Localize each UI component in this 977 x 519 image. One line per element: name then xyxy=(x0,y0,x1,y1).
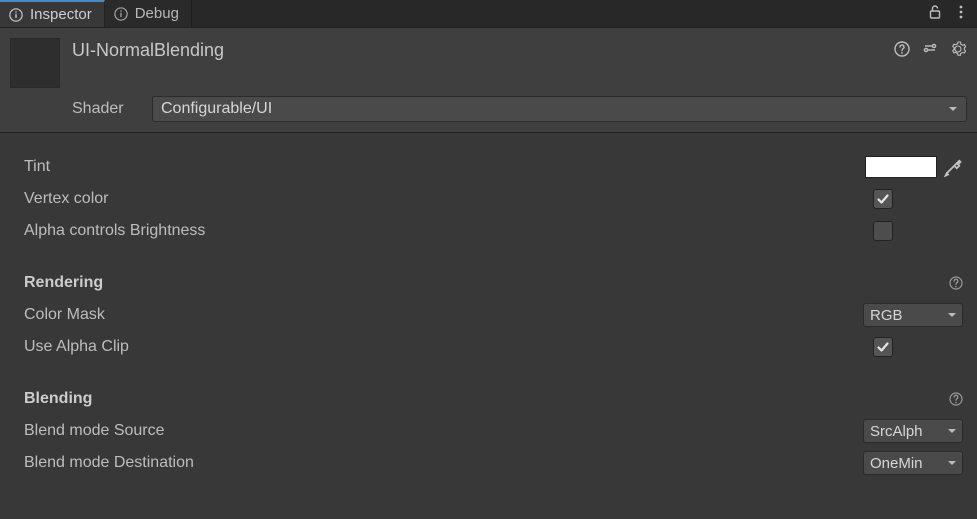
chevron-down-icon xyxy=(947,455,957,472)
alpha-brightness-checkbox[interactable] xyxy=(873,221,893,241)
blend-dst-value: OneMin xyxy=(870,455,923,472)
chevron-down-icon xyxy=(948,101,958,118)
color-mask-dropdown[interactable]: RGB xyxy=(863,303,963,327)
help-icon[interactable] xyxy=(949,392,963,406)
blending-header: Blending xyxy=(24,390,949,408)
material-preview[interactable] xyxy=(10,38,60,88)
info-icon xyxy=(8,7,24,23)
help-icon[interactable] xyxy=(949,276,963,290)
preset-icon[interactable] xyxy=(921,40,939,58)
vertex-color-label: Vertex color xyxy=(24,190,873,208)
tab-bar: Inspector Debug xyxy=(0,0,977,28)
color-mask-label: Color Mask xyxy=(24,306,863,324)
color-mask-value: RGB xyxy=(870,307,903,324)
tab-debug[interactable]: Debug xyxy=(105,0,192,27)
chevron-down-icon xyxy=(947,423,957,440)
alpha-brightness-label: Alpha controls Brightness xyxy=(24,222,873,240)
vertex-color-checkbox[interactable] xyxy=(873,189,893,209)
rendering-header: Rendering xyxy=(24,274,949,292)
shader-label: Shader xyxy=(72,100,142,118)
help-icon[interactable] xyxy=(893,40,911,58)
inspector-body: Tint Vertex color Alpha controls Brightn… xyxy=(0,133,977,519)
blend-src-label: Blend mode Source xyxy=(24,422,863,440)
blend-src-value: SrcAlph xyxy=(870,423,923,440)
shader-dropdown[interactable]: Configurable/UI xyxy=(152,96,967,122)
chevron-down-icon xyxy=(947,307,957,324)
eyedropper-icon[interactable] xyxy=(943,157,963,177)
use-alpha-clip-checkbox[interactable] xyxy=(873,337,893,357)
tab-label: Inspector xyxy=(30,6,92,23)
tab-inspector[interactable]: Inspector xyxy=(0,0,105,27)
lock-icon[interactable] xyxy=(927,4,943,24)
use-alpha-clip-label: Use Alpha Clip xyxy=(24,338,873,356)
blend-dst-label: Blend mode Destination xyxy=(24,454,863,472)
material-header: UI-NormalBlending Shader Configurable/UI xyxy=(0,28,977,133)
tint-label: Tint xyxy=(24,158,865,176)
blend-src-dropdown[interactable]: SrcAlph xyxy=(863,419,963,443)
shader-value: Configurable/UI xyxy=(161,100,272,118)
kebab-icon[interactable] xyxy=(953,4,969,24)
gear-icon[interactable] xyxy=(949,40,967,58)
info-icon xyxy=(113,6,129,22)
tint-color-swatch[interactable] xyxy=(865,156,937,178)
tab-label: Debug xyxy=(135,5,179,22)
material-name: UI-NormalBlending xyxy=(72,38,881,61)
blend-dst-dropdown[interactable]: OneMin xyxy=(863,451,963,475)
